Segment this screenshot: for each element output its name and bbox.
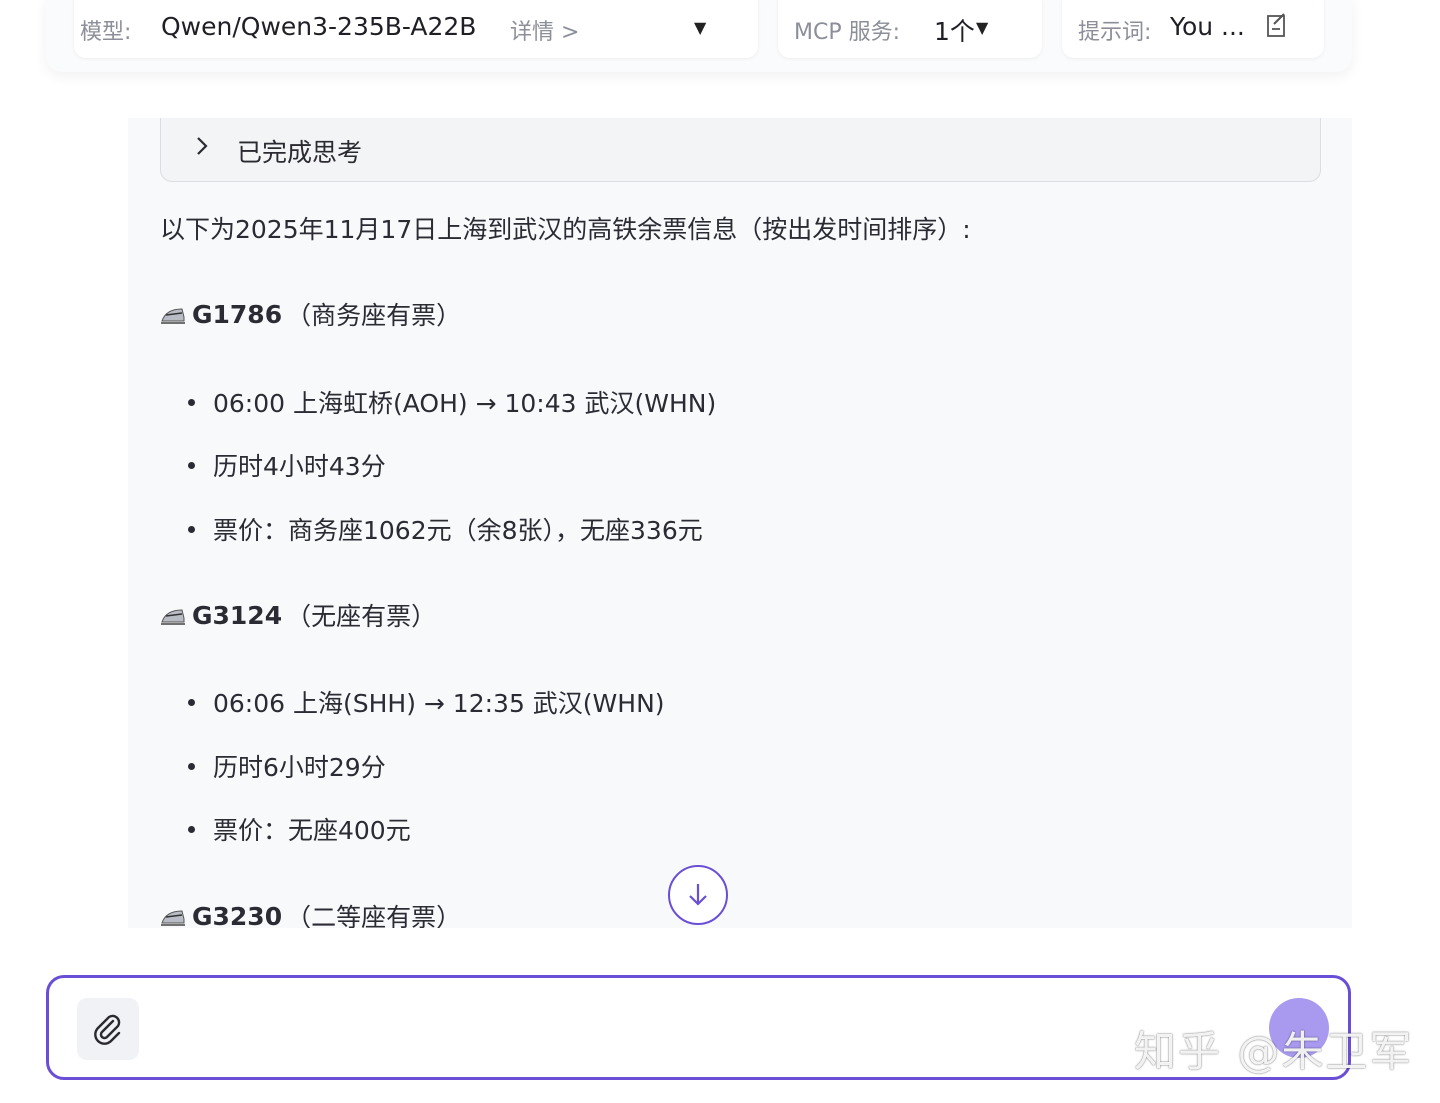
chevron-right-icon [195,135,209,161]
prompt-value: You ... [1170,12,1245,41]
edit-icon[interactable] [1266,12,1290,44]
attach-button[interactable] [77,998,139,1060]
train-heading: G3124 （无座有票） [160,597,436,633]
message-input[interactable] [159,996,1199,1062]
list-item-text: 票价：无座400元 [213,816,411,845]
train-icon [161,609,185,625]
train-status: （二等座有票） [286,903,462,928]
list-item: 06:00 上海虹桥(AOH) → 10:43 武汉(WHN) [188,384,716,420]
train-code: G1786 [192,299,283,329]
list-item-text: 06:00 上海虹桥(AOH) → 10:43 武汉(WHN) [213,389,717,418]
answer-intro: 以下为2025年11月17日上海到武汉的高铁余票信息（按出发时间排序）: [160,215,971,244]
prompt-label: 提示词: [1078,20,1152,45]
model-label: 模型: [80,20,132,45]
scroll-to-bottom-button[interactable] [668,865,728,925]
train-icon [161,308,185,324]
caret-down-icon[interactable]: ▼ [976,18,988,37]
model-details-link[interactable]: 详情 > [510,14,579,46]
thinking-toggle[interactable]: 已完成思考 [160,118,1321,182]
paperclip-icon [94,1014,121,1045]
train-heading: G3230 （二等座有票） [160,898,461,928]
list-item: 06:06 上海(SHH) → 12:35 武汉(WHN) [188,684,665,720]
chat-page: 模型: Qwen/Qwen3-235B-A22B 详情 > ▼ MCP 服务: … [0,0,1440,1103]
model-value: Qwen/Qwen3-235B-A22B [161,12,477,41]
message-area: 已完成思考 以下为2025年11月17日上海到武汉的高铁余票信息（按出发时间排序… [128,118,1352,928]
mcp-label: MCP 服务: [794,20,901,45]
bullet-dot [188,461,195,469]
bullet-dot [188,698,195,706]
train-code: G3230 [192,901,283,929]
arrow-down-icon [689,884,707,906]
train-icon [161,910,185,926]
train-status: （无座有票） [286,602,437,631]
list-item-text: 票价：商务座1062元（余8张），无座336元 [213,516,703,545]
list-item: 历时6小时29分 [188,748,386,784]
caret-down-icon[interactable]: ▼ [694,18,706,37]
list-item: 票价：无座400元 [188,811,411,847]
train-code: G3124 [192,600,283,630]
bullet-dot [188,762,195,770]
bullet-dot [188,825,195,833]
list-item-text: 06:06 上海(SHH) → 12:35 武汉(WHN) [213,689,665,718]
mcp-value: 1个 [934,17,975,46]
list-item-text: 历时4小时43分 [213,452,386,481]
thinking-label: 已完成思考 [237,138,363,167]
bullet-dot [188,525,195,533]
list-item-text: 历时6小时29分 [213,753,386,782]
watermark: 知乎 @朱卫军 [1134,1027,1414,1076]
train-status: （商务座有票） [286,301,462,330]
list-item: 历时4小时43分 [188,447,386,483]
train-heading: G1786 （商务座有票） [160,296,461,332]
config-bar: 模型: Qwen/Qwen3-235B-A22B 详情 > ▼ MCP 服务: … [46,0,1352,72]
prompt-selector[interactable]: 提示词: You ... [1062,0,1324,58]
list-item: 票价：商务座1062元（余8张），无座336元 [188,511,703,547]
mcp-selector[interactable]: MCP 服务: 1个 ▼ [778,0,1042,58]
model-selector[interactable]: 模型: Qwen/Qwen3-235B-A22B 详情 > ▼ [74,0,758,58]
bullet-dot [188,398,195,406]
